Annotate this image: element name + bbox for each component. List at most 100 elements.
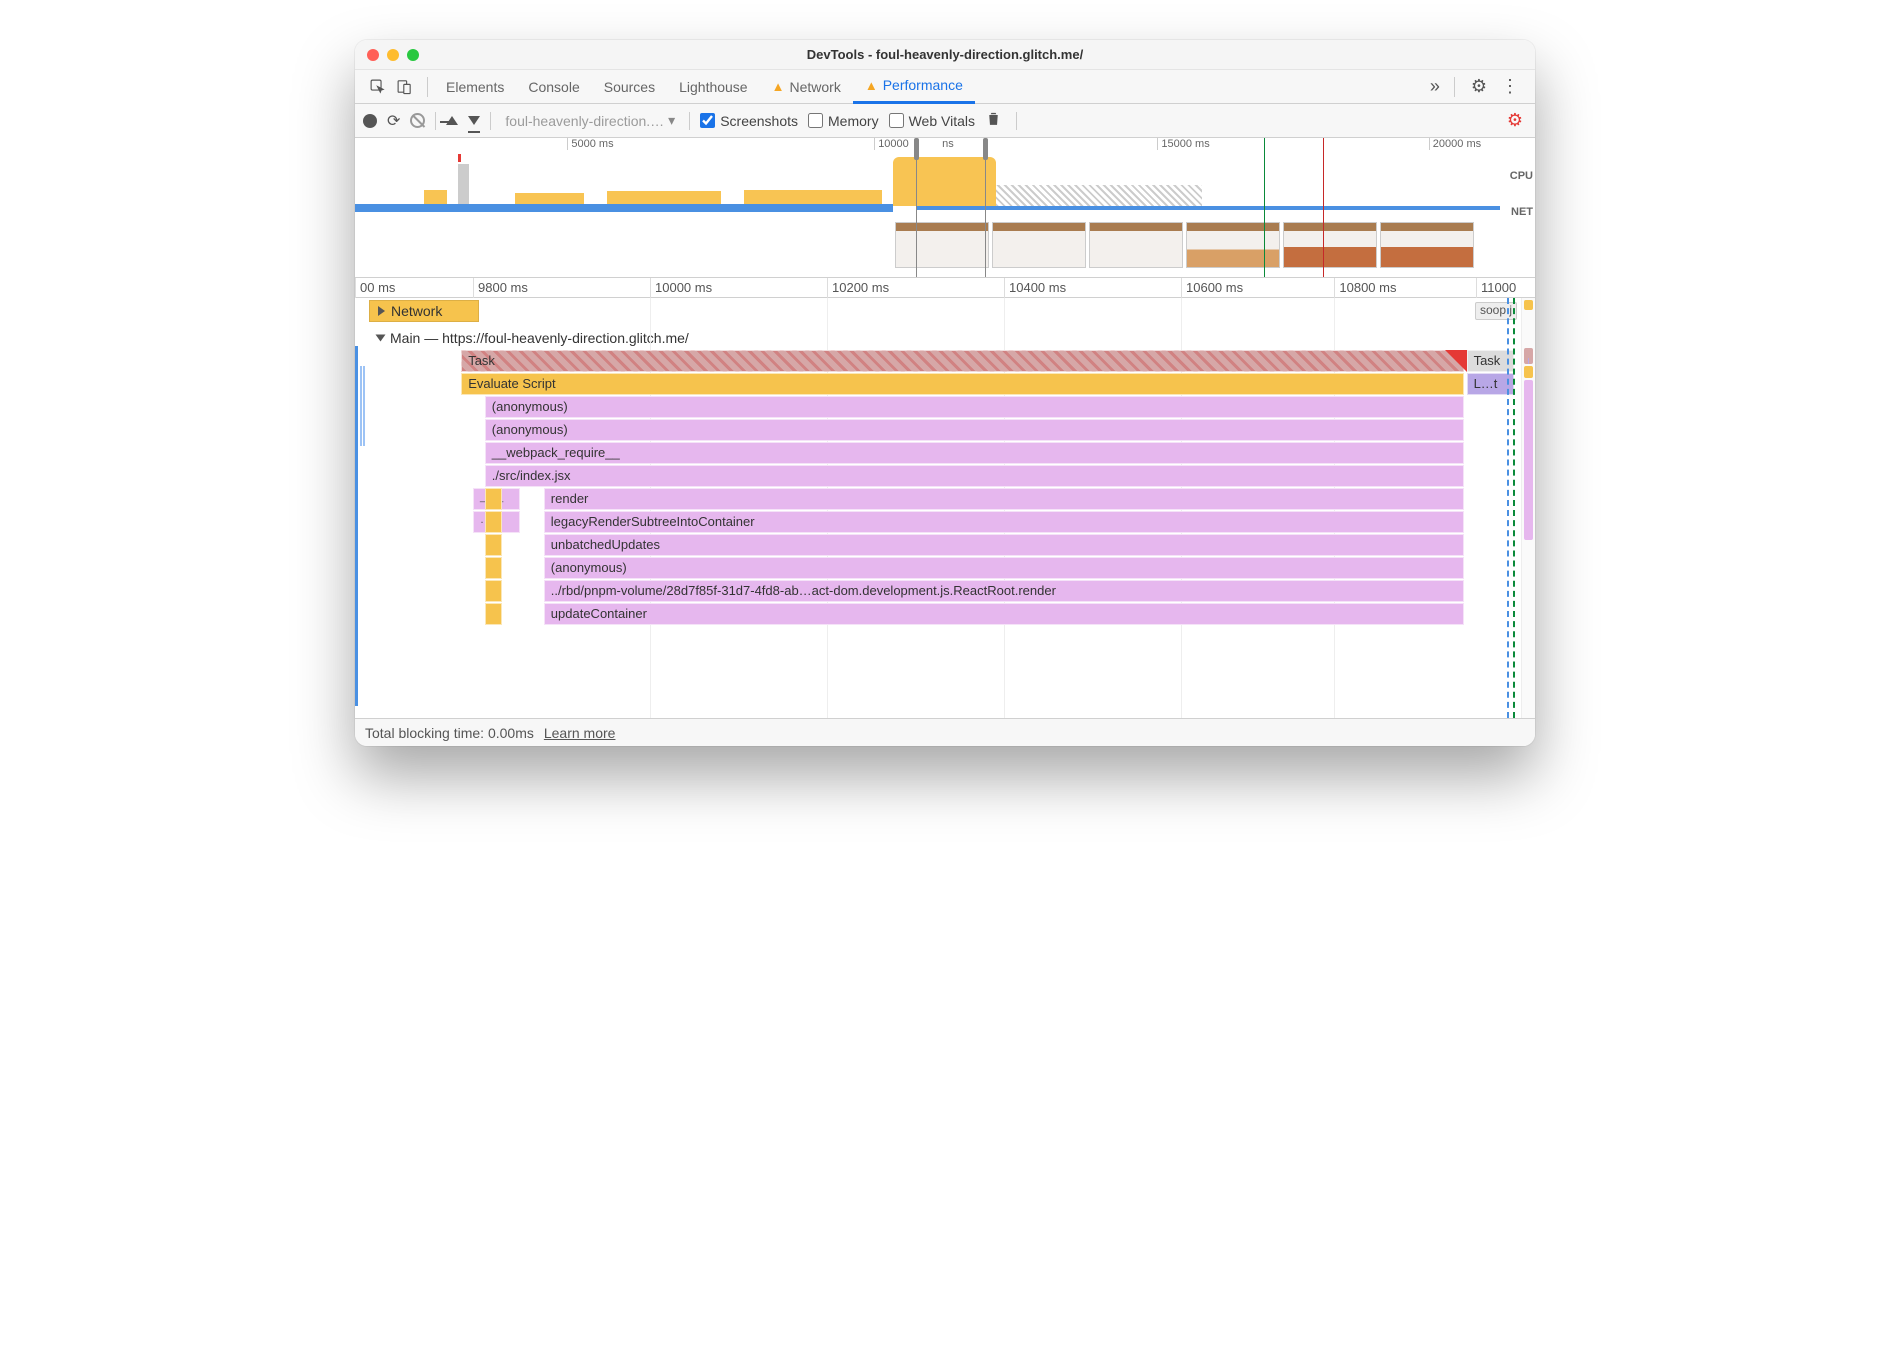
- flame-chart[interactable]: Network soop.j Main — https://foul-heave…: [355, 298, 1535, 718]
- marker-line: [1513, 298, 1515, 718]
- load-profile-icon[interactable]: [446, 112, 458, 130]
- net-label: NET: [1511, 206, 1533, 218]
- ruler-tick: 10000 ms: [650, 278, 712, 298]
- minimap-scrollbar[interactable]: [1521, 298, 1535, 718]
- screenshot-thumb: [1089, 222, 1183, 268]
- blocking-time-label: Total blocking time: 0.00ms: [365, 725, 534, 741]
- flame-rows: Task Task Evaluate Script L…t (anonymous…: [355, 350, 1535, 625]
- overview-timeline[interactable]: 5000 ms 10000 ns 15000 ms 20000 ms CPU N…: [355, 138, 1535, 278]
- overview-tick: 20000 ms: [1429, 138, 1481, 150]
- flame-frame[interactable]: updateContainer: [544, 603, 1464, 625]
- flame-sliver: [485, 603, 503, 625]
- overview-selection[interactable]: [916, 138, 987, 277]
- record-button[interactable]: [363, 114, 377, 128]
- overview-tick: 10000: [874, 138, 909, 150]
- separator: [427, 77, 428, 97]
- separator: [1016, 112, 1017, 130]
- collapse-icon: [376, 335, 386, 342]
- flame-frame[interactable]: unbatchedUpdates: [544, 534, 1464, 556]
- ruler-tick: 10200 ms: [827, 278, 889, 298]
- long-task-indicator-icon: [1445, 350, 1467, 372]
- flame-frame[interactable]: (anonymous): [544, 557, 1464, 579]
- capture-settings-icon[interactable]: ⚙: [1507, 110, 1527, 131]
- reload-icon[interactable]: ⟳: [387, 111, 400, 131]
- warning-icon: ▲: [772, 79, 785, 94]
- selection-handle-left[interactable]: [914, 138, 919, 160]
- cpu-label: CPU: [1510, 170, 1533, 182]
- screenshot-thumb: [1380, 222, 1474, 268]
- tabs-overflow-icon[interactable]: »: [1422, 76, 1448, 97]
- flame-sliver: [485, 511, 503, 533]
- flame-task[interactable]: Task: [461, 350, 1464, 372]
- webvitals-checkbox[interactable]: Web Vitals: [889, 113, 975, 129]
- screenshot-thumb: [1283, 222, 1377, 268]
- trash-icon[interactable]: [985, 110, 1002, 132]
- screenshots-input[interactable]: [700, 113, 715, 128]
- memory-checkbox[interactable]: Memory: [808, 113, 879, 129]
- flame-evaluate-script[interactable]: Evaluate Script: [461, 373, 1464, 395]
- panel-tabs: Elements Console Sources Lighthouse ▲Net…: [434, 70, 1422, 104]
- flame-frame[interactable]: legacyRenderSubtreeIntoContainer: [544, 511, 1464, 533]
- ruler-tick: 10600 ms: [1181, 278, 1243, 298]
- webvitals-input[interactable]: [889, 113, 904, 128]
- marker-line: [1507, 298, 1509, 718]
- tab-sources[interactable]: Sources: [592, 70, 667, 104]
- network-item[interactable]: soop.j: [1475, 302, 1517, 320]
- chevron-down-icon: ▾: [668, 112, 675, 129]
- separator: [490, 112, 491, 130]
- separator: [435, 112, 436, 130]
- flame-sliver: [485, 580, 503, 602]
- learn-more-link[interactable]: Learn more: [544, 725, 616, 741]
- overview-tick: 15000 ms: [1157, 138, 1209, 150]
- flame-frame[interactable]: render: [544, 488, 1464, 510]
- ruler-tick: 11000 ms: [1476, 278, 1535, 298]
- tab-network[interactable]: ▲Network: [760, 70, 853, 104]
- flame-sliver: [485, 534, 503, 556]
- tab-console[interactable]: Console: [516, 70, 591, 104]
- save-profile-icon[interactable]: [468, 112, 480, 130]
- clear-icon[interactable]: [410, 113, 425, 128]
- network-track-header[interactable]: Network: [369, 300, 479, 322]
- window-title: DevTools - foul-heavenly-direction.glitc…: [355, 47, 1535, 62]
- separator: [689, 112, 690, 130]
- flame-frame[interactable]: __webpack_require__: [485, 442, 1464, 464]
- flame-frame[interactable]: (anonymous): [485, 396, 1464, 418]
- main-track-header[interactable]: Main — https://foul-heavenly-direction.g…: [369, 328, 1535, 348]
- expand-icon: [378, 306, 385, 316]
- tab-lighthouse[interactable]: Lighthouse: [667, 70, 760, 104]
- titlebar: DevTools - foul-heavenly-direction.glitc…: [355, 40, 1535, 70]
- devtools-window: DevTools - foul-heavenly-direction.glitc…: [355, 40, 1535, 746]
- screenshot-thumb: [1186, 222, 1280, 268]
- device-toggle-icon[interactable]: [396, 78, 413, 95]
- settings-icon[interactable]: ⚙: [1471, 76, 1487, 97]
- flame-sliver: [485, 557, 503, 579]
- inspect-icon[interactable]: [369, 78, 386, 95]
- warning-icon: ▲: [865, 78, 878, 93]
- profile-name: foul-heavenly-direction.…: [505, 113, 664, 129]
- tab-performance[interactable]: ▲Performance: [853, 70, 975, 104]
- zoom-icon[interactable]: [407, 49, 419, 61]
- overview-tick: 5000 ms: [567, 138, 613, 150]
- flame-ruler[interactable]: 00 ms 9800 ms 10000 ms 10200 ms 10400 ms…: [355, 278, 1535, 298]
- minimize-icon[interactable]: [387, 49, 399, 61]
- flame-frame[interactable]: (anonymous): [485, 419, 1464, 441]
- flame-frame[interactable]: ./src/index.jsx: [485, 465, 1464, 487]
- ruler-tick: 10400 ms: [1004, 278, 1066, 298]
- selection-handle-right[interactable]: [983, 138, 988, 160]
- flame-frame[interactable]: ../rbd/pnpm-volume/28d7f85f-31d7-4fd8-ab…: [544, 580, 1464, 602]
- perf-toolbar: ⟳ foul-heavenly-direction.… ▾ Screenshot…: [355, 104, 1535, 138]
- ruler-tick: 00 ms: [355, 278, 395, 298]
- kebab-icon[interactable]: ⋮: [1501, 76, 1519, 97]
- profile-selector[interactable]: foul-heavenly-direction.… ▾: [501, 110, 679, 131]
- screenshots-checkbox[interactable]: Screenshots: [700, 113, 798, 129]
- ruler-tick: 9800 ms: [473, 278, 528, 298]
- flame-sliver: [485, 488, 503, 510]
- footer: Total blocking time: 0.00ms Learn more: [355, 718, 1535, 746]
- memory-input[interactable]: [808, 113, 823, 128]
- traffic-lights: [367, 49, 419, 61]
- ruler-tick: 10800 ms: [1334, 278, 1396, 298]
- tab-elements[interactable]: Elements: [434, 70, 516, 104]
- screenshot-thumb: [992, 222, 1086, 268]
- close-icon[interactable]: [367, 49, 379, 61]
- tabstrip: Elements Console Sources Lighthouse ▲Net…: [355, 70, 1535, 104]
